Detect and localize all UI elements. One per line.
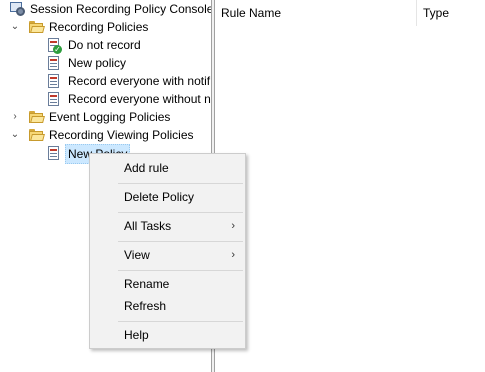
tree-node-label: Record everyone with notif xyxy=(68,74,211,88)
menu-item-add-rule[interactable]: Add rule xyxy=(90,157,245,179)
chevron-right-icon[interactable]: › xyxy=(10,108,20,126)
column-header-rule-name[interactable]: Rule Name xyxy=(215,0,417,26)
menu-item-view[interactable]: View › xyxy=(90,244,245,266)
menu-item-all-tasks[interactable]: All Tasks › xyxy=(90,215,245,237)
chevron-down-icon[interactable]: ⌄ xyxy=(10,18,20,36)
chevron-down-icon[interactable]: ⌄ xyxy=(10,126,20,144)
menu-item-label: View xyxy=(124,248,150,262)
menu-separator xyxy=(118,241,243,242)
folder-icon xyxy=(28,109,45,125)
tree-node-label: Recording Viewing Policies xyxy=(49,128,194,142)
column-header-type[interactable]: Type xyxy=(417,0,485,26)
tree-node-label: Event Logging Policies xyxy=(49,110,171,124)
menu-item-help[interactable]: Help xyxy=(90,324,245,346)
menu-item-label: Add rule xyxy=(124,161,169,175)
chevron-right-icon: › xyxy=(231,249,235,261)
menu-item-label: Rename xyxy=(124,277,170,291)
policy-icon xyxy=(46,91,62,107)
menu-item-label: Help xyxy=(124,328,149,342)
policy-icon xyxy=(46,73,62,89)
tree-node-label: Recording Policies xyxy=(49,20,149,34)
menu-separator xyxy=(118,183,243,184)
menu-item-label: Delete Policy xyxy=(124,190,195,204)
rules-list[interactable]: Rule Name Type xyxy=(215,0,485,372)
tree-node-label: Do not record xyxy=(68,38,141,52)
chevron-right-icon: › xyxy=(231,220,235,232)
policy-icon xyxy=(46,55,62,71)
console-icon xyxy=(10,1,26,17)
policy-active-icon: ✓ xyxy=(46,37,62,54)
tree-node-label: New policy xyxy=(68,56,127,70)
tree-node-label: Session Recording Policy Console xyxy=(30,2,211,16)
context-menu: Add rule Delete Policy All Tasks › View › … xyxy=(89,153,246,349)
policy-icon xyxy=(46,145,62,161)
folder-open-icon xyxy=(28,19,45,35)
tree-node-label: Record everyone without n xyxy=(68,92,211,106)
menu-separator xyxy=(118,212,243,213)
menu-item-rename[interactable]: Rename xyxy=(90,273,245,295)
folder-open-icon xyxy=(28,127,45,143)
menu-separator xyxy=(118,321,243,322)
menu-item-refresh[interactable]: Refresh xyxy=(90,295,245,317)
menu-item-label: Refresh xyxy=(124,299,167,313)
menu-item-label: All Tasks xyxy=(124,219,172,233)
menu-separator xyxy=(118,270,243,271)
menu-item-delete-policy[interactable]: Delete Policy xyxy=(90,186,245,208)
